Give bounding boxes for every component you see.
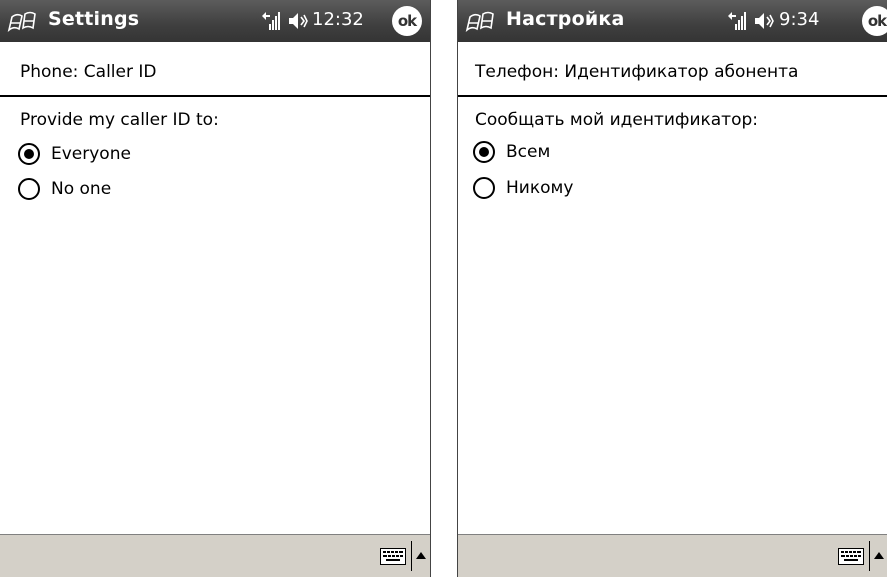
ok-button[interactable]: ok <box>862 6 887 36</box>
keyboard-icon[interactable] <box>838 548 864 565</box>
settings-screen-russian: Настройка 9:34 ok Телефон: Идентификатор… <box>457 0 887 577</box>
windows-flag-icon[interactable] <box>6 8 36 34</box>
radio-button[interactable] <box>18 178 40 200</box>
divider <box>411 541 412 571</box>
title-bar: Настройка 9:34 ok <box>458 0 887 42</box>
signal-strength-icon[interactable] <box>726 10 746 32</box>
settings-screen-english: Settings 12:32 ok Phone: Caller ID Provi… <box>0 0 431 577</box>
radio-label[interactable]: Всем <box>506 142 550 162</box>
ok-button[interactable]: ok <box>392 6 422 36</box>
caller-id-prompt: Сообщать мой идентификатор: <box>475 110 759 130</box>
speaker-icon[interactable] <box>287 10 309 32</box>
signal-strength-icon[interactable] <box>260 10 280 32</box>
radio-label[interactable]: Everyone <box>51 144 131 164</box>
title-bar: Settings 12:32 ok <box>0 0 430 42</box>
up-arrow-icon[interactable] <box>416 551 426 559</box>
menu-bar <box>0 534 430 577</box>
clock[interactable]: 9:34 <box>779 9 819 30</box>
radio-button[interactable] <box>473 177 495 199</box>
menu-bar <box>458 534 887 577</box>
speaker-icon[interactable] <box>753 10 775 32</box>
page-title-text: Телефон: Идентификатор абонента <box>475 62 799 82</box>
radio-button-selected[interactable] <box>473 141 495 163</box>
page-title: Phone: Caller ID <box>0 42 430 97</box>
app-title: Настройка <box>506 8 625 30</box>
clock[interactable]: 12:32 <box>312 9 364 30</box>
radio-label[interactable]: No one <box>51 179 111 199</box>
radio-button-selected[interactable] <box>18 143 40 165</box>
up-arrow-icon[interactable] <box>874 551 884 559</box>
page-title-text: Phone: Caller ID <box>20 62 157 82</box>
radio-label[interactable]: Никому <box>506 178 573 198</box>
divider <box>869 541 870 571</box>
windows-flag-icon[interactable] <box>464 8 494 34</box>
page-title: Телефон: Идентификатор абонента <box>458 42 887 97</box>
app-title: Settings <box>48 8 140 30</box>
keyboard-icon[interactable] <box>380 548 406 565</box>
caller-id-prompt: Provide my caller ID to: <box>20 110 219 130</box>
